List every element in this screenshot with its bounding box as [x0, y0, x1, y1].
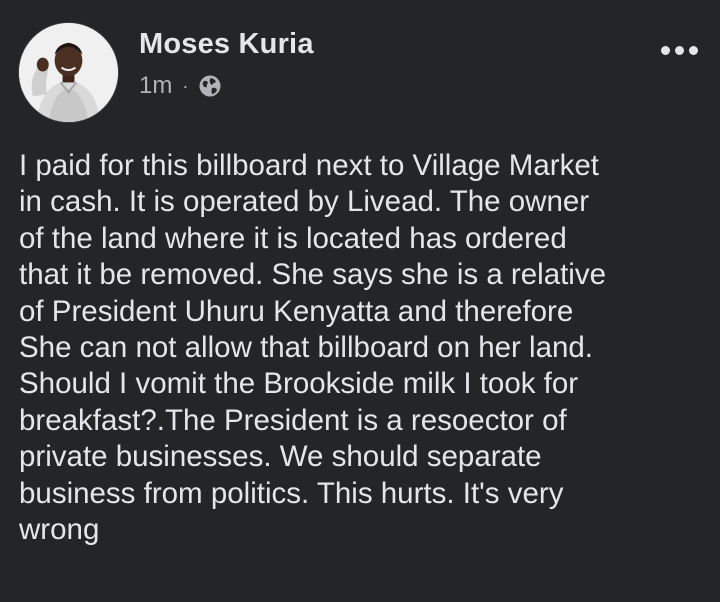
post-card: Moses Kuria 1m · I paid for this billboa… — [0, 0, 720, 602]
post-text-line: Should I vomit the Brookside milk I took… — [19, 367, 579, 401]
post-text-line: I paid for this billboard next to Villag… — [19, 149, 599, 182]
more-dot — [661, 46, 670, 55]
post-text-line: of President Uhuru Kenyatta and therefor… — [19, 294, 574, 328]
post-text-line: private businesses. We should separate — [19, 440, 542, 474]
profile-photo — [19, 23, 118, 122]
post-text-line: that it be removed. She says she is a re… — [19, 258, 607, 292]
post-text: I paid for this billboard next to Villag… — [19, 148, 709, 548]
post-timestamp[interactable]: 1m — [139, 72, 172, 100]
more-dot — [689, 46, 698, 55]
post-text-line: of the land where it is located has orde… — [19, 221, 567, 255]
more-dot — [675, 46, 684, 55]
globe-icon — [198, 74, 222, 98]
post-meta: 1m · — [139, 72, 222, 100]
post-text-line: wrong — [19, 513, 100, 547]
meta-separator: · — [182, 75, 189, 96]
post-text-line: in cash. It is operated by Livead. The o… — [19, 185, 590, 219]
post-text-line: breakfast?.The President is a resoector … — [19, 403, 567, 437]
more-options-icon[interactable] — [661, 46, 698, 55]
post-text-line: She can not allow that billboard on her … — [19, 331, 593, 365]
author-name[interactable]: Moses Kuria — [139, 28, 314, 61]
author-avatar[interactable] — [18, 22, 119, 123]
post-text-line: business from politics. This hurts. It's… — [19, 476, 564, 510]
